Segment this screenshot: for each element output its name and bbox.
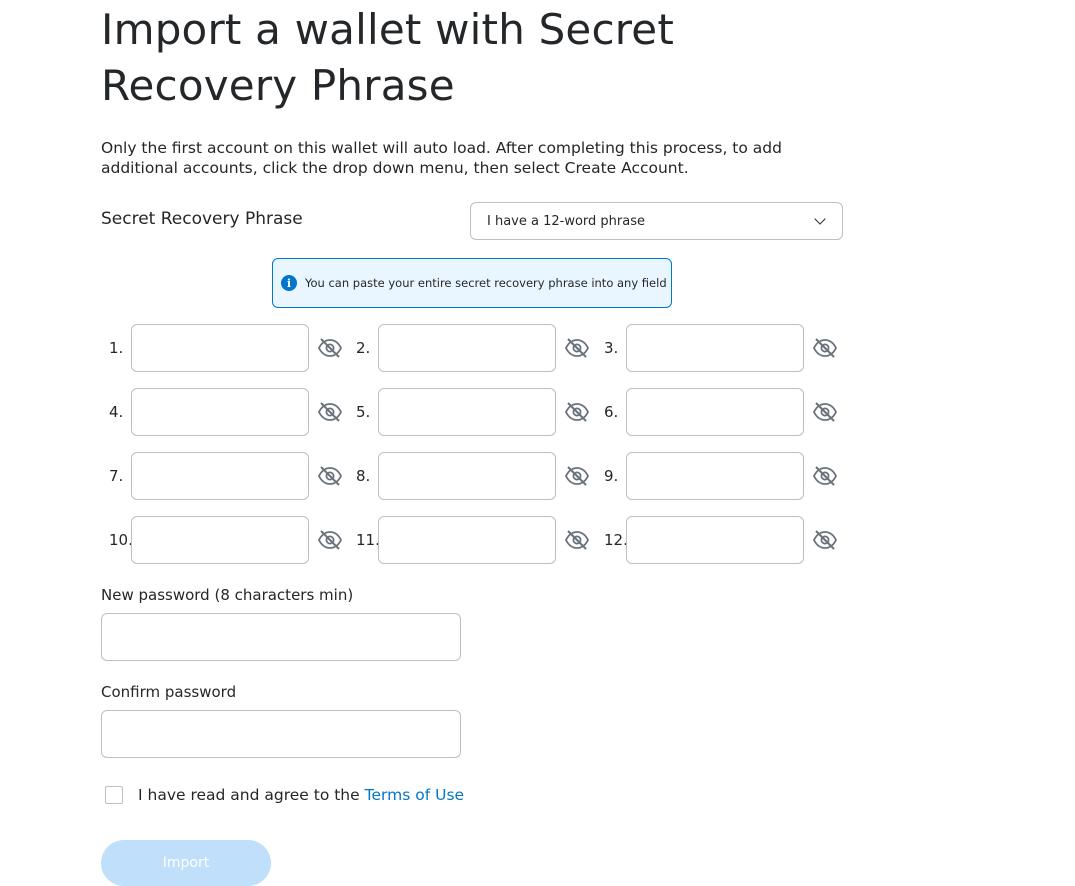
dropdown-value: I have a 12-word phrase [487,213,645,229]
srp-word-cell: 6. [596,388,838,436]
new-password-label: New password (8 characters min) [101,586,354,604]
srp-word-cell: 1. [101,324,343,372]
srp-word-input-11[interactable] [378,516,556,564]
srp-word-input-6[interactable] [626,388,804,436]
srp-word-input-12[interactable] [626,516,804,564]
srp-word-cell: 10. [101,516,343,564]
srp-word-input-8[interactable] [378,452,556,500]
eye-slash-icon[interactable] [564,529,590,551]
new-password-field[interactable] [101,613,461,661]
info-icon: i [281,275,297,291]
srp-word-cell: 5. [348,388,590,436]
eye-slash-icon[interactable] [317,529,343,551]
info-text: You can paste your entire secret recover… [305,276,667,290]
eye-slash-icon[interactable] [564,401,590,423]
srp-word-cell: 3. [596,324,838,372]
eye-slash-icon[interactable] [317,401,343,423]
srp-word-cell: 2. [348,324,590,372]
intro-text: Only the first account on this wallet wi… [101,139,782,177]
srp-word-cell: 7. [101,452,343,500]
eye-slash-icon[interactable] [812,465,838,487]
srp-label: Secret Recovery Phrase [101,209,303,229]
eye-slash-icon[interactable] [564,465,590,487]
eye-slash-icon[interactable] [317,337,343,359]
page-title: Import a wallet with Secret Recovery Phr… [101,5,675,110]
srp-word-input-10[interactable] [131,516,309,564]
srp-word-input-2[interactable] [378,324,556,372]
srp-word-input-4[interactable] [131,388,309,436]
srp-word-cell: 9. [596,452,838,500]
srp-word-cell: 4. [101,388,343,436]
terms-row: I have read and agree to the Terms of Us… [105,786,464,804]
srp-word-cell: 8. [348,452,590,500]
eye-slash-icon[interactable] [317,465,343,487]
srp-word-input-5[interactable] [378,388,556,436]
srp-word-input-9[interactable] [626,452,804,500]
srp-word-input-7[interactable] [131,452,309,500]
terms-checkbox[interactable] [105,786,123,804]
info-banner: i You can paste your entire secret recov… [272,258,672,308]
srp-word-input-3[interactable] [626,324,804,372]
terms-text: I have read and agree to the [138,786,360,804]
import-button[interactable]: Import [101,840,271,886]
eye-slash-icon[interactable] [564,337,590,359]
terms-of-use-link[interactable]: Terms of Use [365,786,464,804]
eye-slash-icon[interactable] [812,401,838,423]
import-wallet-page: Import a wallet with Secret Recovery Phr… [0,0,1075,886]
chevron-down-icon [814,213,826,225]
confirm-password-label: Confirm password [101,683,237,701]
srp-word-input-1[interactable] [131,324,309,372]
eye-slash-icon[interactable] [812,337,838,359]
eye-slash-icon[interactable] [812,529,838,551]
confirm-password-field[interactable] [101,710,461,758]
srp-word-cell: 11. [348,516,590,564]
srp-word-cell: 12. [596,516,838,564]
phrase-length-dropdown[interactable]: I have a 12-word phrase [470,202,843,240]
